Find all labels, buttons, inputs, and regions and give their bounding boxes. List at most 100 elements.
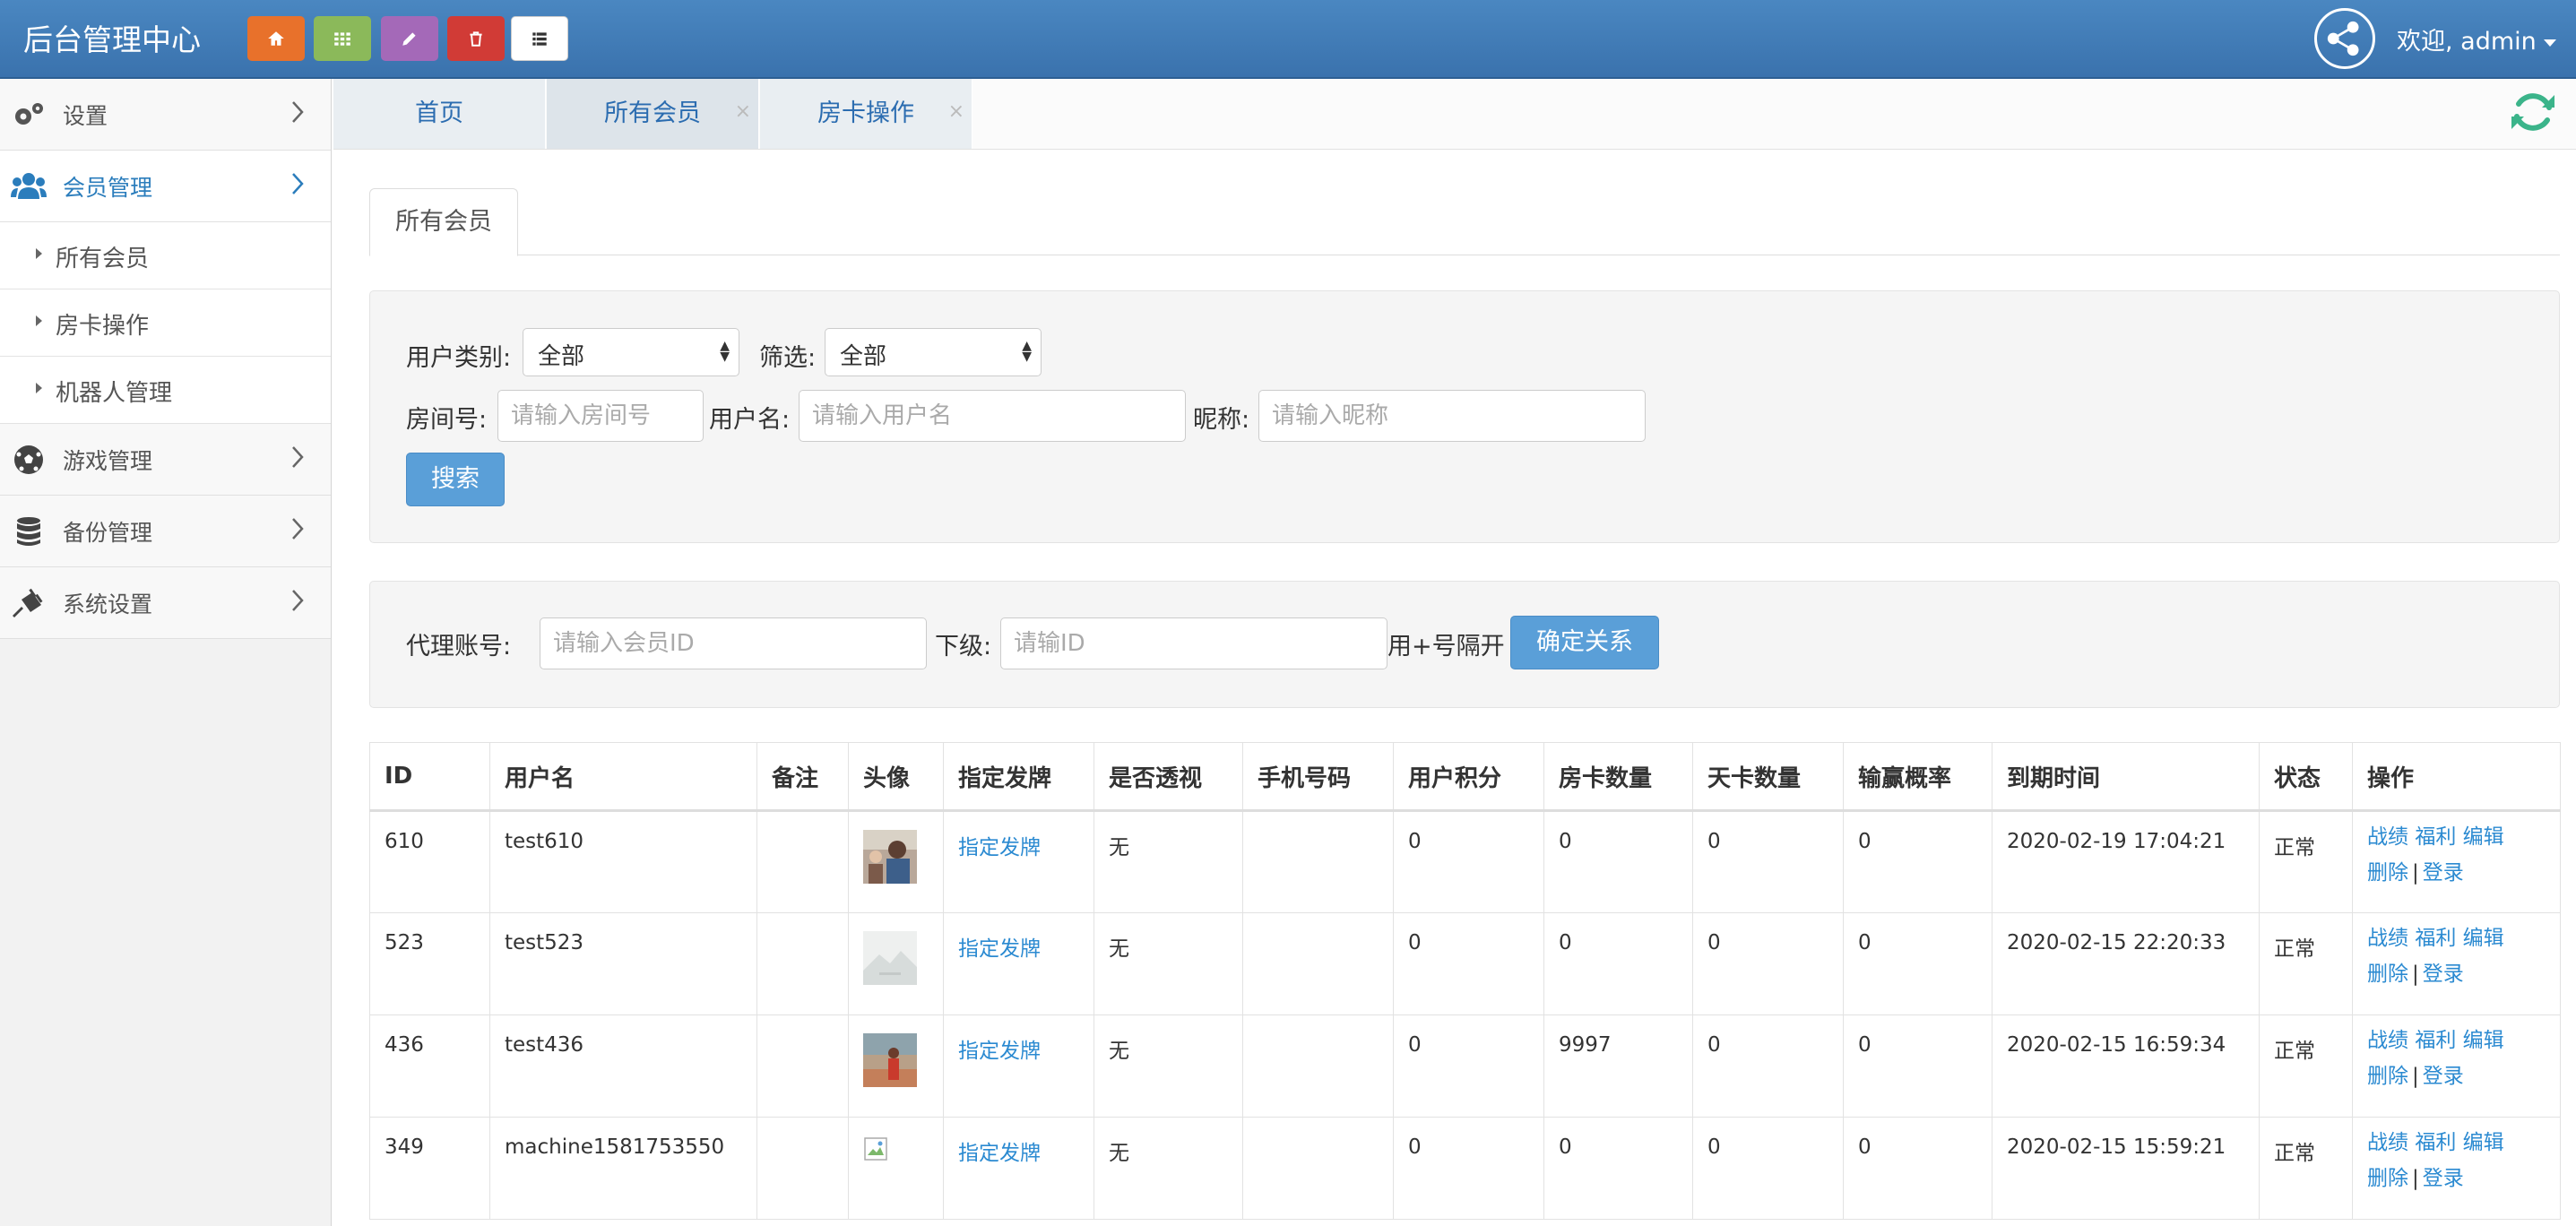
tab-label: 所有会员	[604, 99, 701, 127]
cell-points: 0	[1393, 810, 1544, 913]
chevron-right-icon	[292, 101, 304, 123]
sidebar-item-backup[interactable]: 备份管理	[0, 496, 331, 567]
assign-deal-link[interactable]: 指定发牌	[958, 1040, 1041, 1063]
tab-all-members[interactable]: 所有会员 ×	[547, 79, 759, 149]
sidebar-item-games[interactable]: 游戏管理	[0, 424, 331, 496]
column-header: ID	[369, 742, 490, 812]
home-button[interactable]	[247, 16, 305, 61]
sidebar-item-settings[interactable]: 设置	[0, 79, 331, 151]
sidebar-subitem-robot[interactable]: 机器人管理	[0, 357, 331, 424]
filter-value: 全部	[840, 343, 887, 370]
agent-input[interactable]	[540, 617, 927, 669]
assign-deal-link[interactable]: 指定发牌	[958, 937, 1041, 961]
welfare-link[interactable]: 福利	[2415, 1131, 2456, 1154]
table-header-row: ID 用户名 备注 头像 指定发牌 是否透视 手机号码 用户积分 房卡数量 天卡…	[369, 742, 2561, 812]
cell-avatar	[848, 1014, 944, 1118]
cell-see-through: 无	[1094, 1014, 1243, 1118]
user-type-label: 用户类别:	[406, 344, 512, 372]
assign-deal-link[interactable]: 指定发牌	[958, 1142, 1041, 1165]
cell-room-cards: 0	[1543, 912, 1693, 1015]
cell-see-through: 无	[1094, 1117, 1243, 1220]
cell-points: 0	[1393, 912, 1544, 1015]
tab-home[interactable]: 首页	[333, 79, 546, 149]
cell-status: 正常	[2259, 810, 2353, 913]
sidebar-subitem-all-members[interactable]: 所有会员	[0, 222, 331, 289]
confirm-relation-button[interactable]: 确定关系	[1510, 616, 1659, 669]
column-header: 房卡数量	[1543, 742, 1693, 812]
table-row: 523 test523 指定发牌 无 0 0 0 0 2020-02-15 22…	[369, 912, 2561, 1015]
cell-win-rate: 0	[1843, 1117, 1993, 1220]
assign-deal-link[interactable]: 指定发牌	[958, 836, 1041, 859]
cell-room-cards: 0	[1543, 810, 1693, 913]
edit-link[interactable]: 编辑	[2463, 825, 2504, 849]
edit-link[interactable]: 编辑	[2463, 1029, 2504, 1052]
list-button[interactable]	[511, 16, 568, 61]
edit-link[interactable]: 编辑	[2463, 1131, 2504, 1154]
refresh-icon[interactable]	[2510, 90, 2556, 134]
delete-link[interactable]: 删除	[2367, 1167, 2408, 1190]
nickname-input[interactable]	[1258, 390, 1646, 442]
filter-select[interactable]: 全部 ▲ ▼	[825, 328, 1042, 376]
welfare-link[interactable]: 福利	[2415, 825, 2456, 849]
user-type-value: 全部	[538, 343, 585, 370]
sidebar-subitem-room-card[interactable]: 房卡操作	[0, 289, 331, 357]
record-link[interactable]: 战绩	[2367, 927, 2408, 950]
cell-day-cards: 0	[1692, 1014, 1844, 1118]
page-tab-all-members[interactable]: 所有会员	[369, 188, 518, 256]
close-icon[interactable]: ×	[948, 77, 964, 147]
table-row: 610 test610 指定发牌 无 0 0 0 0 2020-02-19 17…	[369, 810, 2561, 913]
cell-actions: 战绩 福利 编辑 删除 | 登录	[2352, 1117, 2561, 1220]
delete-button[interactable]	[447, 16, 505, 61]
record-link[interactable]: 战绩	[2367, 1029, 2408, 1052]
record-link[interactable]: 战绩	[2367, 1131, 2408, 1154]
column-header: 操作	[2352, 742, 2561, 812]
delete-link[interactable]: 删除	[2367, 861, 2408, 885]
room-input[interactable]	[497, 390, 704, 442]
broken-image-icon	[864, 1137, 887, 1161]
sidebar-item-system[interactable]: 系统设置	[0, 567, 331, 639]
cell-username: test436	[489, 1014, 757, 1118]
login-link[interactable]: 登录	[2423, 1065, 2464, 1088]
search-button[interactable]: 搜索	[406, 453, 505, 506]
login-link[interactable]: 登录	[2423, 1167, 2464, 1190]
welfare-link[interactable]: 福利	[2415, 927, 2456, 950]
delete-link[interactable]: 删除	[2367, 1065, 2408, 1088]
cell-id: 349	[369, 1117, 490, 1220]
cell-expire-time: 2020-02-15 16:59:34	[1992, 1014, 2260, 1118]
sidebar-subitem-label: 机器人管理	[56, 380, 173, 407]
table-row: 436 test436 指定发牌 无 0 9997 0 0 2020-02-15…	[369, 1014, 2561, 1118]
edit-link[interactable]: 编辑	[2463, 927, 2504, 950]
sidebar-item-label: 会员管理	[63, 175, 153, 201]
user-welcome-text: 欢迎, admin	[2397, 28, 2537, 56]
sub-input[interactable]	[1000, 617, 1387, 669]
sidebar-item-label: 备份管理	[63, 520, 153, 546]
action-separator: |	[2412, 1167, 2419, 1190]
tab-room-card[interactable]: 房卡操作 ×	[760, 79, 972, 149]
app-title: 后台管理中心	[23, 22, 201, 57]
members-table: ID 用户名 备注 头像 指定发牌 是否透视 手机号码 用户积分 房卡数量 天卡…	[369, 742, 2561, 1220]
record-link[interactable]: 战绩	[2367, 825, 2408, 849]
sidebar-item-label: 游戏管理	[63, 448, 153, 474]
cell-win-rate: 0	[1843, 810, 1993, 913]
list-icon	[532, 32, 547, 46]
grid-button[interactable]	[314, 16, 371, 61]
welfare-link[interactable]: 福利	[2415, 1029, 2456, 1052]
login-link[interactable]: 登录	[2423, 861, 2464, 885]
user-avatar-icon[interactable]	[2314, 8, 2375, 69]
cell-phone	[1242, 810, 1394, 913]
delete-link[interactable]: 删除	[2367, 963, 2408, 986]
tab-label: 首页	[415, 99, 463, 127]
close-icon[interactable]: ×	[735, 77, 751, 147]
username-input[interactable]	[799, 390, 1186, 442]
column-header: 头像	[848, 742, 944, 812]
filter-label: 筛选:	[759, 344, 817, 372]
user-menu[interactable]: 欢迎, admin	[2397, 22, 2556, 56]
sidebar-item-members[interactable]: 会员管理	[0, 151, 331, 222]
column-header: 手机号码	[1242, 742, 1394, 812]
sidebar-subitem-label: 所有会员	[56, 246, 150, 272]
user-type-select[interactable]: 全部 ▲ ▼	[523, 328, 739, 376]
edit-button[interactable]	[381, 16, 438, 61]
chevron-right-icon	[292, 173, 304, 194]
users-icon	[11, 173, 47, 199]
login-link[interactable]: 登录	[2423, 963, 2464, 986]
